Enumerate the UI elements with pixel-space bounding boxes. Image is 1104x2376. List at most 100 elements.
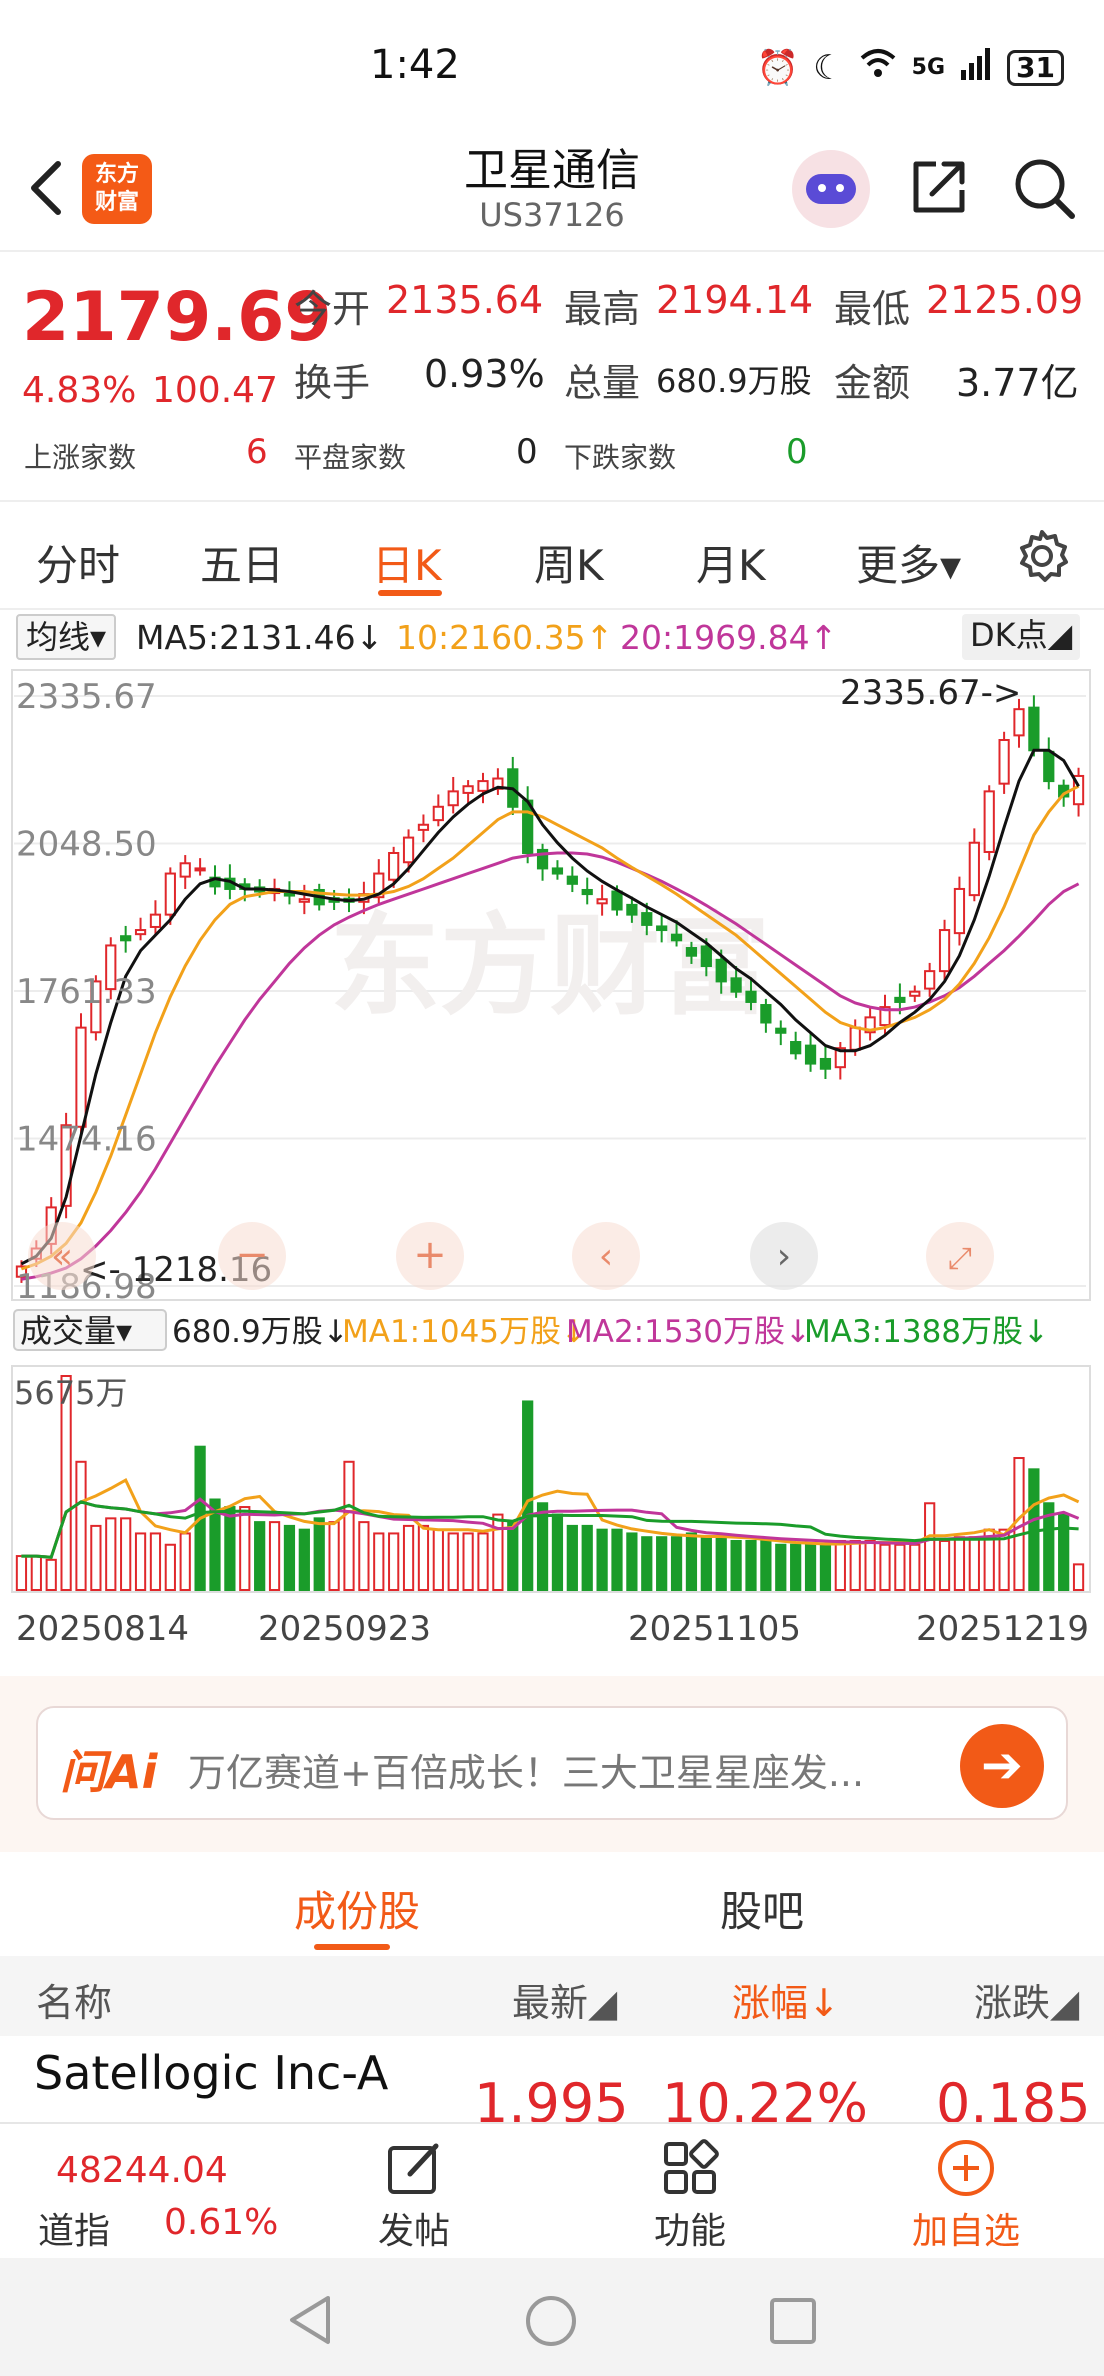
tab-weekly-k[interactable]: 周K bbox=[534, 532, 604, 593]
volume-bar bbox=[700, 1536, 712, 1591]
down-count-label: 下跌家数 bbox=[564, 441, 677, 474]
post-button[interactable]: 发帖 bbox=[344, 2138, 484, 2254]
candle bbox=[760, 1004, 772, 1024]
candle bbox=[283, 892, 296, 897]
recents-square-icon[interactable] bbox=[768, 2296, 818, 2346]
tab-monthly-k[interactable]: 月K bbox=[696, 532, 766, 593]
turnover-value: 0.93% bbox=[424, 352, 545, 396]
amount-value: 3.77亿 bbox=[956, 361, 1079, 405]
change-value: 100.47 bbox=[152, 370, 278, 411]
up-count-label: 上涨家数 bbox=[24, 441, 137, 474]
y-tick-label: 2048.50 bbox=[16, 824, 157, 864]
ai-prompt-box[interactable]: 问Ai 万亿赛道+百倍成长！三大卫星星座发... ➔ bbox=[36, 1706, 1068, 1820]
candle bbox=[998, 739, 1010, 785]
functions-button[interactable]: 功能 bbox=[620, 2138, 760, 2254]
candle bbox=[194, 867, 206, 872]
volume-label: 总量 bbox=[564, 361, 641, 405]
clock: 1:42 bbox=[370, 42, 460, 88]
ai-banner: 问Ai 万亿赛道+百倍成长！三大卫星星座发... ➔ bbox=[0, 1676, 1104, 1852]
volume-bar bbox=[298, 1528, 310, 1592]
share-icon[interactable] bbox=[910, 158, 968, 216]
svg-text:›: › bbox=[777, 1236, 791, 1277]
volume-bar bbox=[447, 1532, 459, 1591]
x-tick-label: 20250923 bbox=[258, 1609, 431, 1649]
candle bbox=[804, 1044, 817, 1065]
volume-bar bbox=[75, 1460, 87, 1592]
open-value: 2135.64 bbox=[386, 278, 544, 322]
tab-five-day[interactable]: 五日 bbox=[200, 532, 284, 593]
home-circle-icon[interactable] bbox=[524, 2294, 578, 2348]
volume-selector-label: 成交量▾ bbox=[20, 1312, 132, 1350]
volume-bar bbox=[15, 1555, 28, 1591]
turnover-label: 换手 bbox=[294, 361, 371, 405]
kline-chart[interactable]: 东方财富 2335.672048.501761.331474.161186.98… bbox=[0, 664, 1104, 1674]
volume-bar bbox=[522, 1400, 534, 1591]
candle bbox=[1043, 750, 1055, 783]
chart-prev-button[interactable]: ‹ bbox=[572, 1222, 640, 1290]
col-change-sort[interactable]: 涨跌◢ bbox=[974, 1972, 1079, 2027]
candle bbox=[819, 1057, 832, 1070]
back-arrow-icon[interactable] bbox=[26, 158, 66, 228]
volume-value: 680.9万股↓ bbox=[172, 1314, 349, 1350]
volume-bar bbox=[179, 1532, 191, 1591]
volume-bar bbox=[268, 1521, 281, 1592]
volume-bar bbox=[105, 1517, 117, 1591]
search-icon[interactable] bbox=[1012, 156, 1076, 220]
chart-zoom-out-button[interactable]: − bbox=[218, 1222, 286, 1290]
tab-daily-k[interactable]: 日K bbox=[372, 532, 442, 593]
chart-period-tabs: 分时 五日 日K 周K 月K 更多▾ bbox=[0, 502, 1104, 610]
tab-constituents[interactable]: 成份股 bbox=[294, 1878, 420, 1939]
volume-bar bbox=[909, 1543, 921, 1592]
y-tick-label: 2335.67 bbox=[16, 677, 157, 717]
volume-bar bbox=[626, 1532, 638, 1591]
volume-value: 680.9万股 bbox=[656, 362, 812, 400]
volume-bar bbox=[432, 1528, 444, 1592]
chart-fullscreen-button[interactable]: ⤢ bbox=[926, 1222, 994, 1290]
tab-more[interactable]: 更多▾ bbox=[856, 532, 961, 593]
tab-forum[interactable]: 股吧 bbox=[720, 1878, 804, 1939]
volume-bar bbox=[656, 1536, 668, 1591]
vol-ma3-value: MA3:1388万股↓ bbox=[804, 1314, 1049, 1350]
app-logo[interactable]: 东方 财富 bbox=[82, 154, 152, 224]
last-price: 2179.69 bbox=[22, 278, 332, 357]
table-row[interactable]: Satellogic Inc-A 1.995 10.22% 0.185 bbox=[0, 2036, 1104, 2122]
volume-bar bbox=[1058, 1513, 1070, 1591]
add-watchlist-label: 加自选 bbox=[911, 2211, 1020, 2252]
volume-bar bbox=[507, 1521, 519, 1592]
gear-icon[interactable] bbox=[1014, 528, 1070, 584]
table-header: 名称 最新◢ 涨幅↓ 涨跌◢ bbox=[0, 1956, 1104, 2036]
ai-assistant-icon[interactable] bbox=[792, 150, 870, 228]
chart-prev-far-button[interactable]: « bbox=[28, 1222, 96, 1290]
ai-prompt-text: 万亿赛道+百倍成长！三大卫星星座发... bbox=[188, 1751, 865, 1795]
change-percent: 4.83% bbox=[22, 370, 137, 411]
candle bbox=[581, 888, 593, 896]
col-last-sort[interactable]: 最新◢ bbox=[512, 1972, 617, 2027]
dk-point-toggle[interactable]: DK点◢ bbox=[962, 614, 1081, 660]
candle bbox=[566, 875, 578, 885]
candle bbox=[432, 805, 444, 822]
candle bbox=[164, 872, 176, 916]
volume-bar bbox=[358, 1521, 370, 1592]
volume-bar bbox=[819, 1543, 832, 1592]
back-triangle-icon[interactable] bbox=[286, 2294, 334, 2346]
arrow-right-icon[interactable]: ➔ bbox=[960, 1724, 1044, 1808]
chart-zoom-in-button[interactable]: + bbox=[396, 1222, 464, 1290]
candle bbox=[149, 913, 162, 928]
candle bbox=[462, 785, 474, 794]
volume-bar bbox=[90, 1524, 102, 1592]
candle bbox=[551, 867, 564, 875]
chart-next-button[interactable]: › bbox=[750, 1222, 818, 1290]
volume-bar bbox=[402, 1524, 415, 1592]
volume-bar bbox=[834, 1539, 846, 1591]
candle bbox=[402, 836, 415, 864]
add-watchlist-button[interactable]: 加自选 bbox=[896, 2138, 1036, 2254]
volume-bar bbox=[343, 1460, 355, 1592]
tab-intraday[interactable]: 分时 bbox=[36, 532, 120, 593]
candle bbox=[745, 990, 757, 1003]
max-price-annotation: 2335.67-> bbox=[840, 673, 1021, 713]
quote-panel: 2179.69 4.83% 100.47 今开 2135.64 最高 2194.… bbox=[0, 252, 1104, 502]
col-change-pct-sort[interactable]: 涨幅↓ bbox=[732, 1972, 840, 2027]
volume-bar bbox=[254, 1521, 266, 1592]
indicator-selector[interactable]: 均线▾ bbox=[16, 614, 117, 660]
candle bbox=[298, 898, 310, 903]
